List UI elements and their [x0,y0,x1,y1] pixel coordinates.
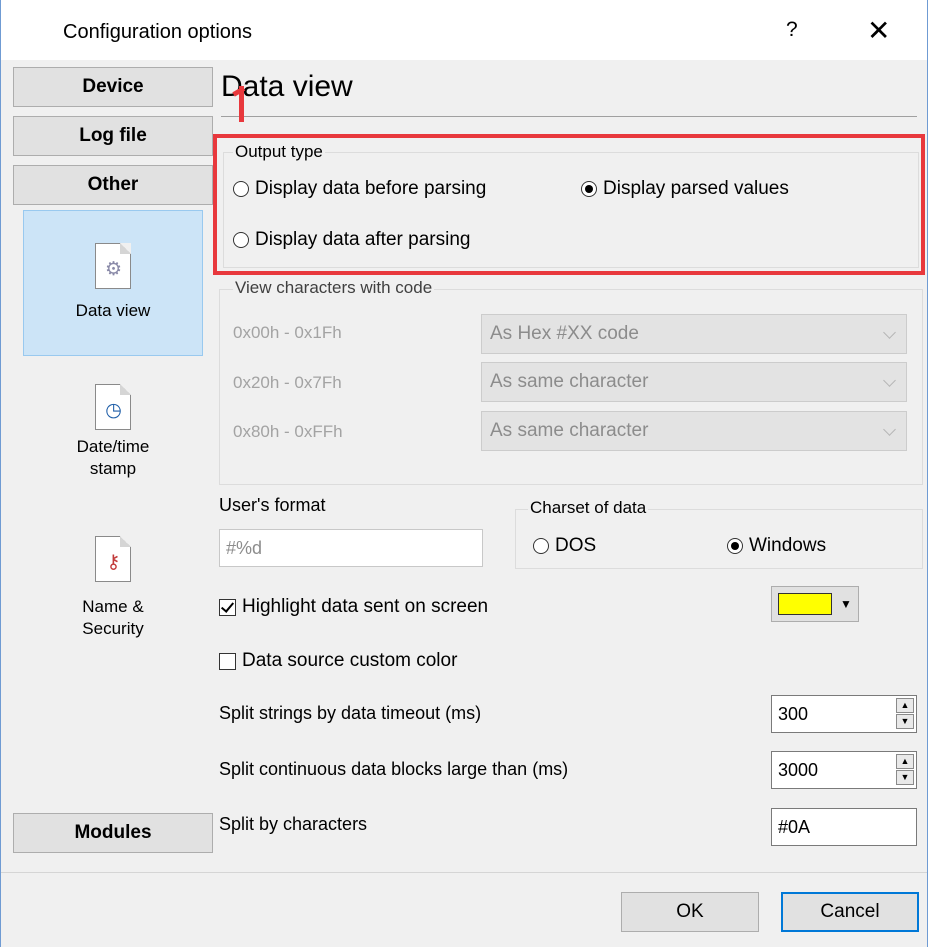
spin-buttons[interactable]: ▲ ▼ [896,754,914,786]
footer-divider [1,872,927,873]
radio-button[interactable] [727,538,743,554]
split-blocks-value: 3000 [778,760,819,780]
gear-document-icon: ⚙ [95,243,131,289]
spin-up-icon[interactable]: ▲ [896,754,914,769]
annotation-highlight-frame [213,134,925,275]
users-format-label: User's format [219,495,326,515]
split-chars-input[interactable]: #0A [771,808,917,846]
chevron-down-icon [883,326,896,339]
highlight-data-checkbox-row[interactable]: Highlight data sent on screen [219,596,488,618]
checkbox-label: Highlight data sent on screen [242,596,489,617]
sidebar-item-data-view[interactable]: ⚙ Data view [23,210,203,356]
range-label-00-1f: 0x00h - 0x1Fh [233,323,342,342]
keys-document-icon: ⚷ [95,536,131,582]
radio-label: Windows [749,535,827,556]
ok-button[interactable]: OK [621,892,759,932]
highlight-color-picker[interactable]: ▼ [771,586,859,622]
spin-buttons[interactable]: ▲ ▼ [896,698,914,730]
radio-charset-windows[interactable]: Windows [727,535,826,557]
split-timeout-label: Split strings by data timeout (ms) [219,703,482,723]
sidebar-item-label: Name & Security [82,597,144,638]
title-divider [221,116,917,117]
cancel-button[interactable]: Cancel [781,892,919,932]
dropdown-arrow-icon: ▼ [840,597,852,611]
color-swatch [778,593,832,615]
radio-button[interactable] [533,538,549,554]
split-timeout-value: 300 [778,704,809,724]
sidebar-item-label: Data view [75,301,151,320]
clock-document-icon: ◷ [95,384,131,430]
split-timeout-input[interactable]: 300 ▲ ▼ [771,695,917,733]
range-label-80-ff: 0x80h - 0xFFh [233,422,343,441]
view-characters-legend: View characters with code [233,278,435,298]
combo-value: As same character [490,420,649,441]
sidebar-item-date-time-stamp[interactable]: ◷ Date/time stamp [23,384,203,502]
sidebar-item-label: Date/time stamp [76,437,150,478]
split-blocks-input[interactable]: 3000 ▲ ▼ [771,751,917,789]
highlight-data-checkbox[interactable] [219,598,236,616]
range-label-20-7f: 0x20h - 0x7Fh [233,373,342,392]
config-dialog: Configuration options ? ✕ Device Log fil… [0,0,928,947]
split-blocks-label: Split continuous data blocks large than … [219,759,569,779]
combo-value: As same character [490,371,649,392]
help-button[interactable]: ? [786,18,798,42]
custom-color-checkbox-row[interactable]: Data source custom color [219,650,457,672]
radio-label: DOS [555,535,597,556]
spin-down-icon[interactable]: ▼ [896,770,914,785]
nav-other-button[interactable]: Other [13,165,213,205]
close-button[interactable]: ✕ [867,14,890,47]
sidebar-item-name-security[interactable]: ⚷ Name & Security [23,536,203,656]
combo-20-7f[interactable]: As same character [481,362,907,402]
users-format-input[interactable]: #%d [219,529,483,567]
title-bar: Configuration options ? ✕ [1,0,927,60]
custom-color-checkbox[interactable] [219,652,236,670]
window-title: Configuration options [63,21,253,43]
checkbox-label: Data source custom color [242,650,458,671]
split-chars-label: Split by characters [219,814,368,834]
nav-device-button[interactable]: Device [13,67,213,107]
combo-value: As Hex #XX code [490,323,639,344]
chevron-down-icon [883,423,896,436]
combo-00-1f[interactable]: As Hex #XX code [481,314,907,354]
spin-up-icon[interactable]: ▲ [896,698,914,713]
charset-legend: Charset of data [528,498,649,518]
annotation-number-one [239,86,244,122]
combo-80-ff[interactable]: As same character [481,411,907,451]
spin-down-icon[interactable]: ▼ [896,714,914,729]
nav-modules-button[interactable]: Modules [13,813,213,853]
nav-log-file-button[interactable]: Log file [13,116,213,156]
radio-charset-dos[interactable]: DOS [533,535,596,557]
chevron-down-icon [883,374,896,387]
